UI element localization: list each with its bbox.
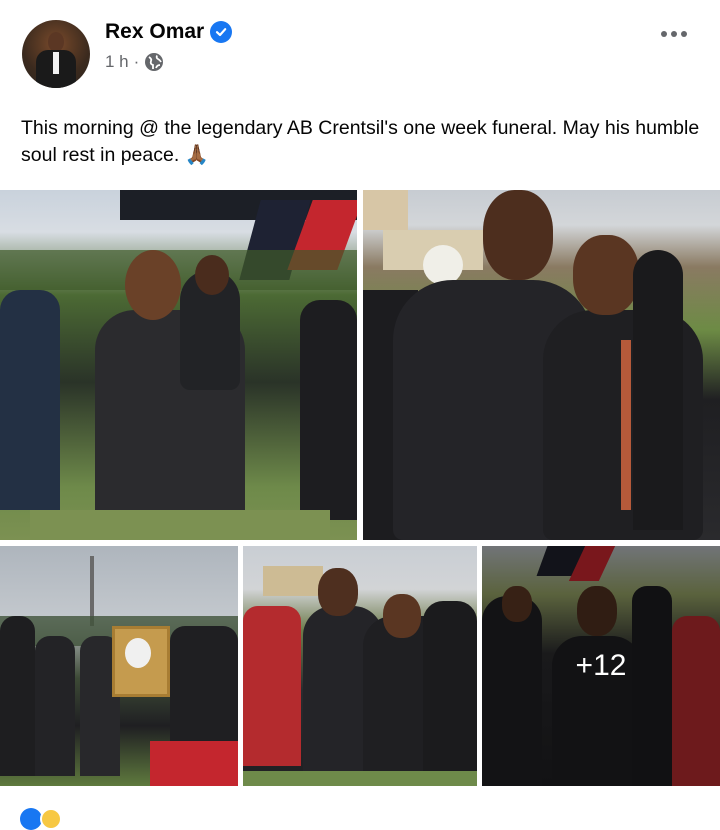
author-avatar[interactable] <box>22 20 90 88</box>
post-text: This morning @ the legendary AB Crentsil… <box>21 117 700 166</box>
photo-2[interactable] <box>363 190 720 540</box>
verified-badge-icon <box>210 21 233 43</box>
post-timestamp[interactable]: 1 h <box>105 52 129 72</box>
author-name-row: Rex Omar <box>105 20 233 44</box>
meta-separator: · <box>133 52 140 71</box>
more-options-icon[interactable] <box>654 22 694 46</box>
haha-reaction-icon <box>40 808 62 830</box>
post-meta: 1 h · <box>105 52 164 72</box>
post-header: Rex Omar 1 h · <box>0 0 720 100</box>
globe-icon <box>144 52 164 72</box>
photo-3[interactable] <box>0 546 238 786</box>
photo-4[interactable] <box>243 546 477 786</box>
photo-1[interactable] <box>0 190 357 540</box>
reactions-summary[interactable] <box>20 808 62 830</box>
more-photos-overlay[interactable]: +12 <box>482 546 720 786</box>
like-reaction-icon <box>20 808 42 830</box>
more-photos-count: +12 <box>575 649 627 682</box>
author-name[interactable]: Rex Omar <box>105 20 204 44</box>
